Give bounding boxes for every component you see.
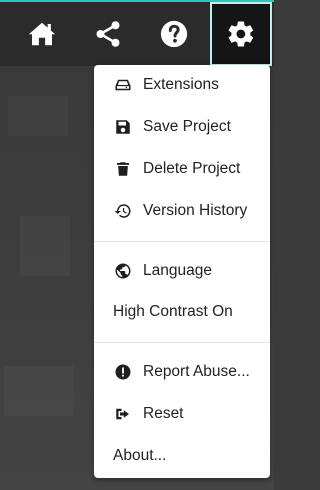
menu-item-label: Save Project [143,118,231,135]
sign-out-icon [114,405,132,423]
help-button[interactable] [144,4,204,64]
menu-item-report-abuse[interactable]: Report Abuse... [94,352,270,392]
share-button[interactable] [78,4,138,64]
backdrop-tile [4,366,74,416]
backdrop-tile [20,216,70,276]
menu-item-version-history[interactable]: Version History [94,191,270,231]
menu-divider [94,342,270,343]
menu-item-label: Report Abuse... [143,363,250,380]
menu-item-label: Delete Project [143,160,241,177]
backdrop-tile [8,96,68,136]
menu-item-high-contrast[interactable]: High Contrast On [94,292,270,332]
menu-item-label: About... [113,447,167,464]
history-icon [114,202,132,220]
menu-item-extensions[interactable]: Extensions [94,65,270,105]
settings-menu: Extensions Save Project Delete Project V… [94,65,270,478]
home-icon [28,22,56,46]
menu-item-label: High Contrast On [113,303,233,320]
menu-divider [94,241,270,242]
save-icon [114,118,132,136]
menu-item-label: Version History [143,202,248,219]
trash-icon [114,160,132,178]
alert-icon [114,363,132,381]
menu-item-delete-project[interactable]: Delete Project [94,149,270,189]
drive-icon [114,76,132,94]
help-icon [160,20,188,48]
home-button[interactable] [12,4,72,64]
globe-icon [114,262,132,280]
menu-item-language[interactable]: Language [94,251,270,291]
menu-item-save-project[interactable]: Save Project [94,107,270,147]
menu-item-about[interactable]: About... [94,436,270,476]
menu-item-label: Extensions [143,76,219,93]
gear-icon [228,21,254,47]
menu-item-label: Reset [143,405,184,422]
menu-item-reset[interactable]: Reset [94,394,270,434]
settings-button[interactable] [210,2,272,66]
share-icon [96,21,120,47]
toolbar [0,2,274,66]
menu-item-label: Language [143,262,212,279]
